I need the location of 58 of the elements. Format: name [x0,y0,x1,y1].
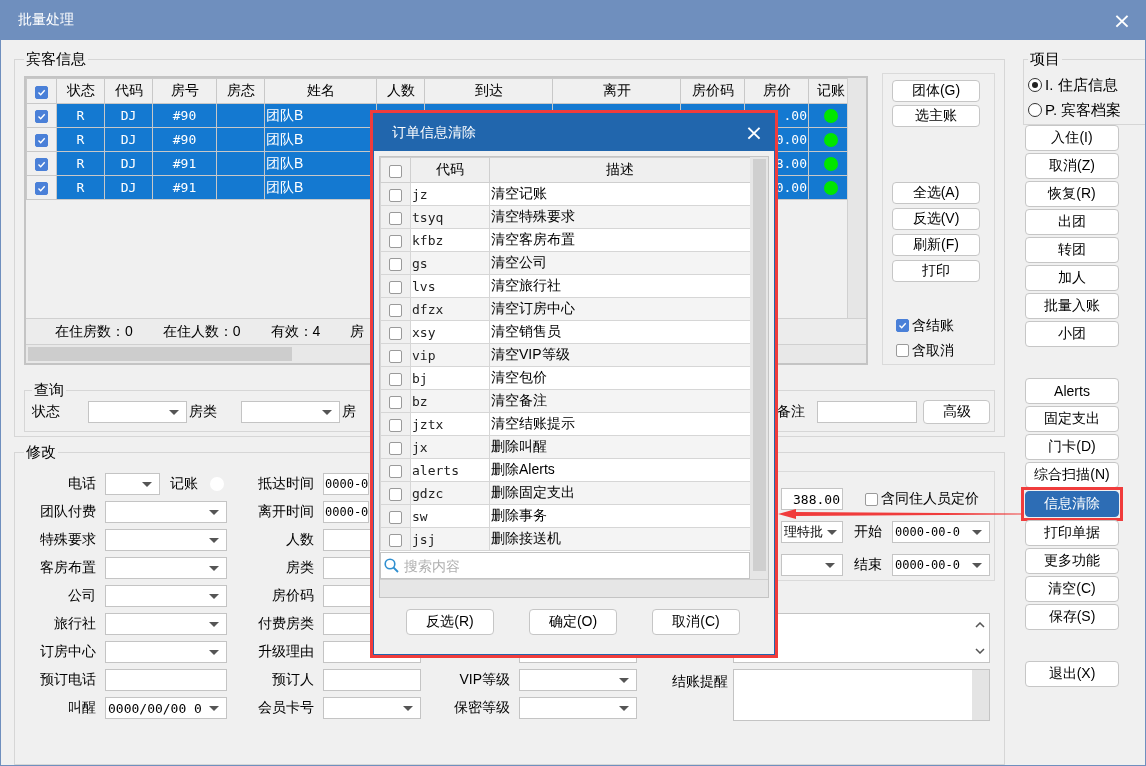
field-label: 抵达时间 [257,475,314,493]
list-cell: jztx [410,412,490,436]
checkbox-label: 含取消 [912,341,954,360]
field-label: 旅行社 [53,615,96,633]
checkbox-label: 含结账 [912,316,954,335]
list-cell: jz [410,182,490,206]
list-cell: 清空订房中心 [489,297,751,321]
field-label: 预订电话 [39,671,96,689]
list-cell: bj [410,366,490,390]
radio-label: P. 宾客档案 [1045,100,1122,120]
field-label: 团队付费 [39,503,96,521]
summary-text: 在住人数：0 [162,322,241,341]
field-label: 特殊要求 [39,531,96,549]
list-cell: alerts [410,458,490,482]
checkbox-label: 含同住人员定价 [881,490,979,508]
list-cell: sw [410,504,490,528]
field-label: 结账提醒 [671,673,728,691]
list-cell: 删除接送机 [489,527,751,551]
field-label: 叫醒 [67,699,96,717]
field-label: 结束 [854,556,883,574]
radio-label: I. 住店信息 [1045,75,1118,95]
list-cell: 删除固定支出 [489,481,751,505]
field-label: 房类 [285,559,314,577]
field-label: 客房布置 [39,559,96,577]
summary-text: 房 [350,322,365,341]
field-label: 付费房类 [257,615,314,633]
field-label: VIP等级 [458,671,510,689]
field-label: 备注 [777,403,805,421]
field-label: 人数 [285,531,314,549]
field-label: 房 [342,403,357,421]
group-title: 查询 [33,381,65,399]
field-label: 电话 [67,475,96,493]
field-label: 记账 [170,475,198,493]
list-cell: 清空特殊要求 [489,205,751,229]
field-label: 房价码 [271,587,314,605]
field-label: 保密等级 [453,699,510,717]
group-title: 宾客信息 [25,50,87,68]
list-cell: lvs [410,274,490,298]
field-label: 离开时间 [257,503,314,521]
field-label: 公司 [67,587,96,605]
field-label: 开始 [854,523,883,541]
summary-text: 有效：4 [270,322,321,341]
list-cell: 删除叫醒 [489,435,751,459]
list-cell: 清空VIP等级 [489,343,751,367]
field-label: 状态 [32,403,61,421]
field-label: 升级理由 [257,643,314,661]
summary-text: 在住房数：0 [55,322,133,341]
list-cell: xsy [410,320,490,344]
field-label: 订房中心 [39,643,96,661]
field-label: 预订人 [271,671,314,689]
list-cell: kfbz [410,228,490,252]
list-cell: 清空备注 [489,389,751,413]
field-label: 会员卡号 [257,699,314,717]
list-cell: 清空公司 [489,251,751,275]
field-label: 房类 [189,403,218,421]
group-title: 项目 [1029,50,1061,68]
group-title: 修改 [25,443,57,461]
window-title: 批量处理 [18,11,74,29]
